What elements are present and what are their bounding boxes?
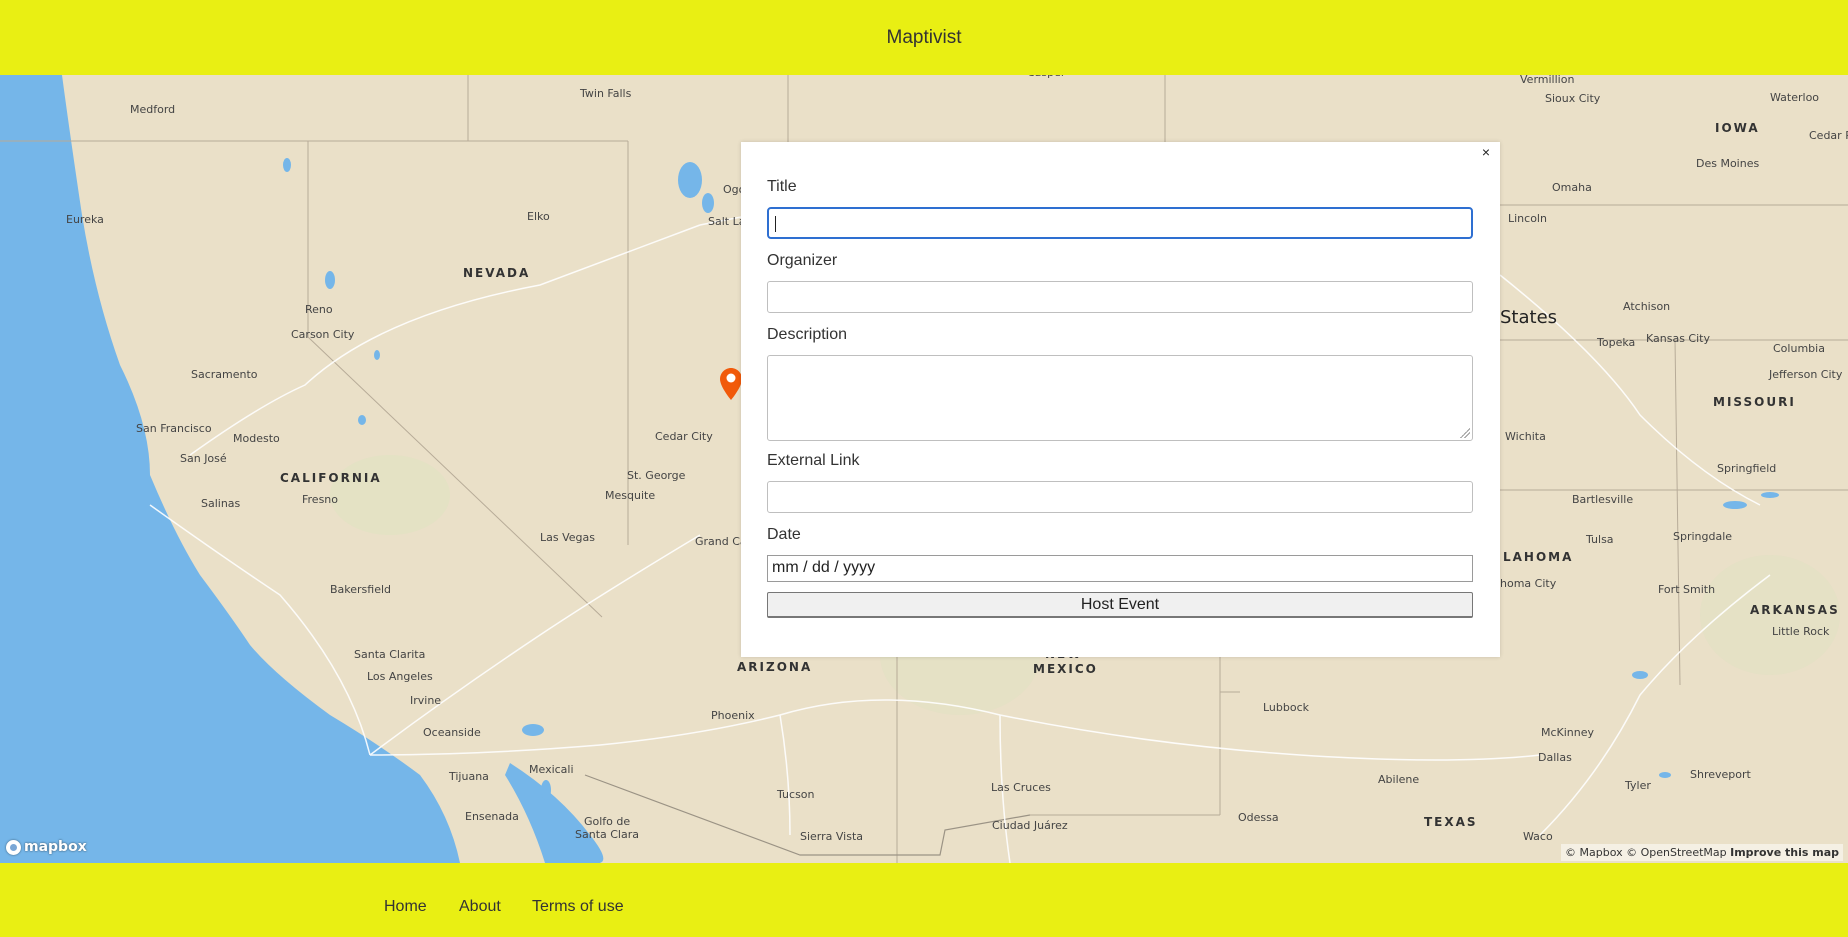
close-icon[interactable]: × <box>1482 144 1490 160</box>
map-place-label: Oceanside <box>423 726 481 739</box>
mapbox-logo-icon <box>6 839 21 855</box>
description-label: Description <box>767 326 848 343</box>
date-input[interactable]: mm / dd / yyyy <box>767 555 1473 582</box>
map-place-label: Modesto <box>233 432 280 445</box>
description-textarea[interactable] <box>767 355 1473 441</box>
map-place-label: Tyler <box>1625 779 1651 792</box>
map-place-label: Shreveport <box>1690 768 1751 781</box>
map-place-label: Little Rock <box>1772 625 1830 638</box>
external-link-label: External Link <box>767 452 860 469</box>
external-link-input[interactable] <box>767 481 1473 513</box>
map-attribution: © Mapbox © OpenStreetMap Improve this ma… <box>1561 844 1843 861</box>
site-title[interactable]: Maptivist <box>887 27 962 49</box>
map-state-label: ARIZONA <box>737 660 813 674</box>
map-state-label: TEXAS <box>1424 815 1478 829</box>
map-place-label: Tijuana <box>449 770 489 783</box>
map-place-label: Wichita <box>1505 430 1546 443</box>
map-place-label: Fort Smith <box>1658 583 1716 596</box>
map-place-label: St. George <box>627 469 686 482</box>
map-place-label: Las Vegas <box>540 531 595 544</box>
map-place-label: Jefferson City <box>1769 368 1843 381</box>
map-place-label: San José <box>180 452 227 465</box>
mapbox-logo-text: mapbox <box>24 839 87 855</box>
map-state-label: LAHOMA <box>1503 550 1574 564</box>
map-place-label: Medford <box>130 103 176 116</box>
map-place-label: Twin Falls <box>580 87 632 100</box>
improve-map-link[interactable]: Improve this map <box>1730 846 1839 859</box>
map-place-label: Sierra Vista <box>800 830 864 843</box>
map-state-label: MISSOURI <box>1713 395 1796 409</box>
map-place-label: homa City <box>1500 577 1557 590</box>
map-place-label: Elko <box>527 210 550 223</box>
organizer-label: Organizer <box>767 252 838 269</box>
map-state-label: ARKANSAS <box>1750 603 1840 617</box>
title-input[interactable] <box>767 207 1473 239</box>
map-place-label: Vermillion <box>1520 75 1575 86</box>
map-place-label: Sioux City <box>1545 92 1601 105</box>
map-place-label: Abilene <box>1378 773 1420 786</box>
map-place-label: Phoenix <box>711 709 755 722</box>
map-place-label: Des Moines <box>1696 157 1760 170</box>
footer-link-about[interactable]: About <box>459 898 501 916</box>
map-place-label: Tucson <box>777 788 815 801</box>
map-place-label: Las Cruces <box>991 781 1051 794</box>
map-place-label: Ensenada <box>465 810 519 823</box>
map-place-label: Santa Clarita <box>354 648 426 661</box>
site-footer: Home About Terms of use <box>0 863 1848 937</box>
map-place-label: Bartlesville <box>1572 493 1634 506</box>
map-place-label: Topeka <box>1597 336 1636 349</box>
map-country-label: States <box>1500 307 1558 328</box>
map-place-label: Odessa <box>1238 811 1279 824</box>
attribution-text[interactable]: © Mapbox © OpenStreetMap <box>1565 846 1730 859</box>
map-place-label: Omaha <box>1552 181 1592 194</box>
map-place-label: Mexicali <box>529 763 574 776</box>
map-place-label: Cedar City <box>655 430 713 443</box>
footer-link-terms[interactable]: Terms of use <box>532 898 624 916</box>
map-place-label: Waco <box>1523 830 1553 843</box>
organizer-input[interactable] <box>767 281 1473 313</box>
map-place-label: Bakersfield <box>330 583 392 596</box>
resize-handle-icon[interactable] <box>1460 428 1470 438</box>
map-place-label: Lubbock <box>1263 701 1310 714</box>
host-event-button[interactable]: Host Event <box>767 592 1473 618</box>
footer-link-home[interactable]: Home <box>384 898 427 916</box>
map-place-label: Irvine <box>410 694 442 707</box>
map-place-label: Fresno <box>302 493 339 506</box>
map-state-label: MEXICO <box>1033 662 1098 676</box>
host-event-modal: × Title Organizer Description External L… <box>741 142 1500 657</box>
map-place-label: Springdale <box>1673 530 1733 543</box>
map-place-label: Reno <box>305 303 333 316</box>
map-place-label: Santa Clara <box>575 828 639 841</box>
map-place-label: Grand Ca <box>695 535 747 548</box>
map-place-label: Waterloo <box>1770 91 1820 104</box>
map-place-label: Sacramento <box>191 368 258 381</box>
map-place-label: Carson City <box>291 328 355 341</box>
map-place-label: Atchison <box>1623 300 1671 313</box>
map-place-label: Kansas City <box>1646 332 1710 345</box>
map-state-label: IOWA <box>1715 121 1760 135</box>
map-place-label: McKinney <box>1541 726 1595 739</box>
mapbox-logo[interactable]: mapbox <box>6 839 87 855</box>
map-place-label: Salinas <box>201 497 241 510</box>
map-place-label: Eureka <box>66 213 104 226</box>
map-place-label: Salt La <box>708 215 746 228</box>
map-place-label: Cedar Rap <box>1809 129 1848 142</box>
map-place-label: Tulsa <box>1586 533 1614 546</box>
map-place-label: San Francisco <box>136 422 212 435</box>
map-state-label: CALIFORNIA <box>280 471 382 485</box>
map-place-label: Dallas <box>1538 751 1572 764</box>
map-place-label: Columbia <box>1773 342 1825 355</box>
map-place-label: Lincoln <box>1508 212 1547 225</box>
text-caret <box>775 216 776 232</box>
map-place-label: Los Angeles <box>367 670 433 683</box>
map-place-label: Mesquite <box>605 489 656 502</box>
map-place-label: Golfo de <box>584 815 631 828</box>
title-label: Title <box>767 178 797 195</box>
date-label: Date <box>767 526 801 543</box>
map-place-label: Ciudad Juárez <box>992 819 1068 832</box>
site-header: Maptivist <box>0 0 1848 75</box>
map-state-label: NEVADA <box>463 266 531 280</box>
map-place-label: Casper <box>1027 75 1065 79</box>
map-place-label: Springfield <box>1717 462 1777 475</box>
